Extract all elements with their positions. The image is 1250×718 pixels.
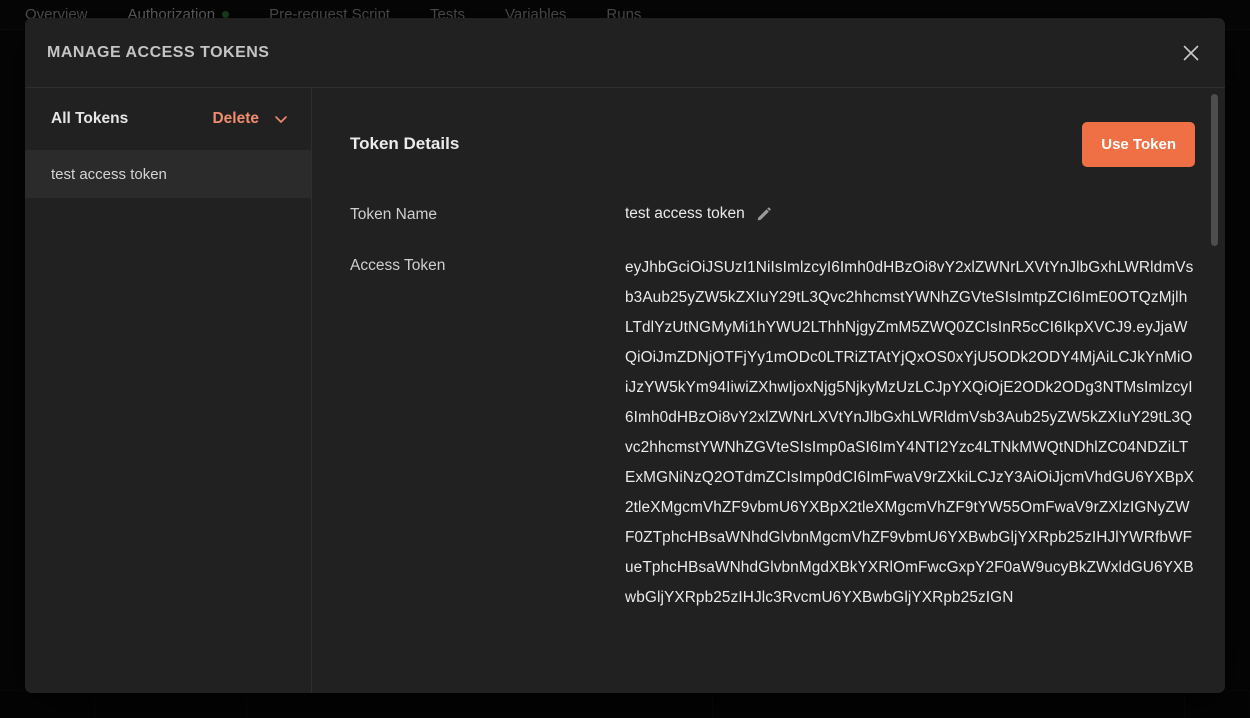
access-token-label: Access Token	[350, 257, 446, 274]
token-list-panel: All Tokens Delete test access token	[25, 88, 312, 693]
modal-title: MANAGE ACCESS TOKENS	[47, 43, 270, 61]
token-details-title: Token Details	[350, 134, 460, 153]
chevron-down-icon[interactable]	[273, 111, 289, 127]
close-icon[interactable]	[1175, 37, 1207, 69]
modal-body: All Tokens Delete test access token Toke…	[25, 88, 1225, 693]
delete-control-group: Delete	[212, 110, 289, 128]
token-name-value-wrap: test access token	[625, 202, 1195, 227]
token-list-item[interactable]: test access token	[25, 150, 311, 198]
modal-header: MANAGE ACCESS TOKENS	[25, 18, 1225, 88]
access-token-value[interactable]: eyJhbGciOiJSUzI1NiIsImlzcyI6Imh0dHBzOi8v…	[625, 253, 1195, 613]
use-token-button[interactable]: Use Token	[1082, 121, 1195, 167]
token-name-row: Token Name test access token	[312, 202, 1225, 227]
token-list-header: All Tokens Delete	[25, 88, 311, 150]
manage-access-tokens-modal: MANAGE ACCESS TOKENS All Tokens Delete t…	[25, 18, 1225, 693]
token-list: test access token	[25, 150, 311, 693]
access-token-row: Access Token eyJhbGciOiJSUzI1NiIsImlzcyI…	[312, 253, 1225, 613]
token-list-item-label: test access token	[51, 165, 167, 183]
token-name-value: test access token	[625, 205, 745, 222]
delete-button[interactable]: Delete	[212, 110, 259, 128]
token-details-scroll-area[interactable]: Token Details Use Token Token Name test …	[312, 88, 1225, 693]
token-name-label: Token Name	[350, 206, 438, 223]
access-token-value-wrap: eyJhbGciOiJSUzI1NiIsImlzcyI6Imh0dHBzOi8v…	[625, 253, 1195, 613]
token-details-header: Token Details Use Token	[312, 88, 1225, 176]
token-details-panel: Token Details Use Token Token Name test …	[312, 88, 1225, 693]
all-tokens-heading: All Tokens	[51, 110, 129, 127]
pencil-icon[interactable]	[755, 206, 772, 223]
